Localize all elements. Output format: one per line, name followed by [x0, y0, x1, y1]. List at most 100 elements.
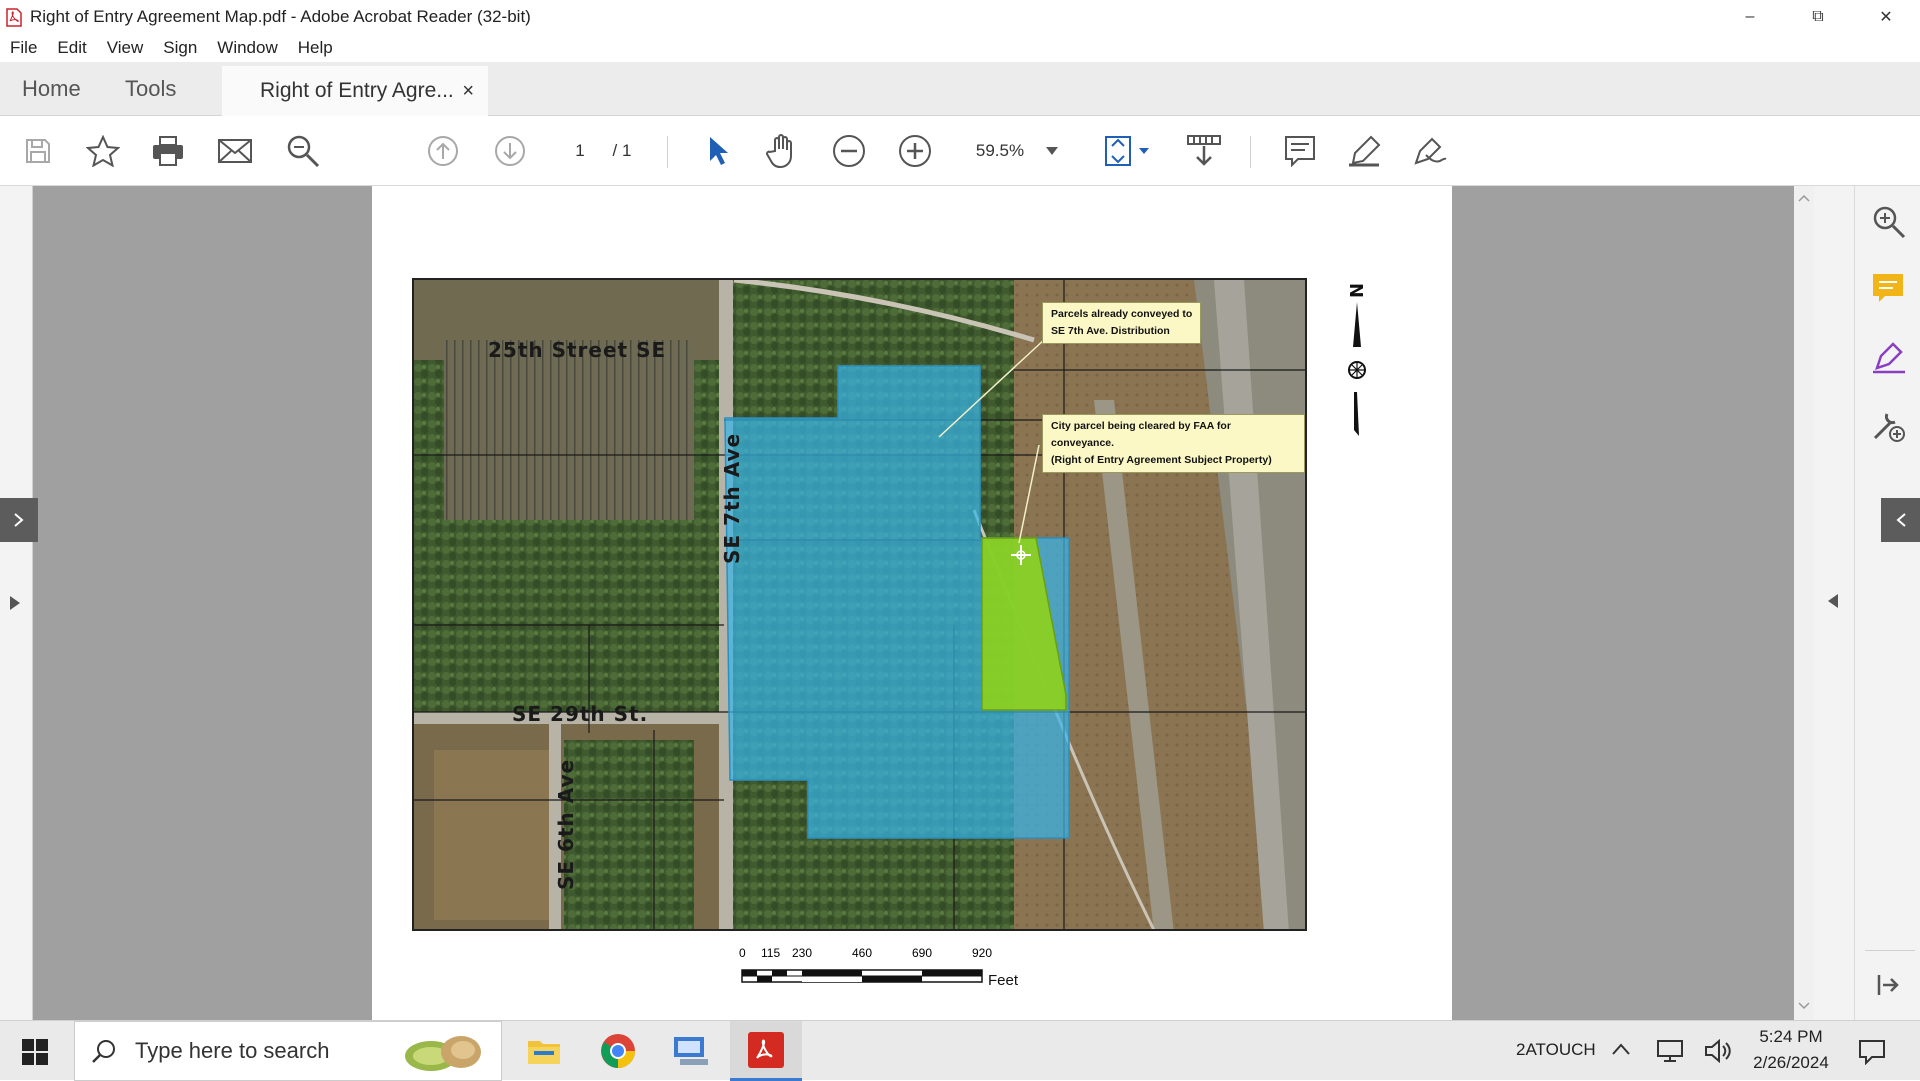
highlight-icon[interactable] — [1345, 116, 1385, 186]
windows-start-icon[interactable] — [22, 1039, 48, 1070]
pdf-page: 25th Street SE SE 29th St. SE 7th Ave SE… — [372, 186, 1452, 1020]
scale-tick-690: 690 — [912, 946, 933, 960]
scale-tick-230: 230 — [792, 946, 813, 960]
callout-city-line-1: City parcel being cleared by FAA for con… — [1051, 420, 1231, 449]
scroll-down-icon[interactable] — [1798, 1002, 1810, 1010]
callout-conveyed-line-1: Parcels already conveyed to — [1051, 308, 1193, 320]
callout-conveyed-line-2: SE 7th Ave. Distribution — [1051, 325, 1170, 337]
page-current: 1 — [575, 141, 585, 160]
notification-center-icon[interactable] — [1858, 1039, 1886, 1065]
pistachio-highlight-icon — [405, 1036, 481, 1071]
scale-tick-115: 115 — [761, 946, 781, 960]
tab-bar: Home Tools Right of Entry Agre... × — [0, 62, 1920, 116]
star-icon[interactable] — [83, 116, 123, 186]
more-tools-panel-icon[interactable] — [1871, 408, 1907, 449]
search-placeholder: Type here to search — [135, 1038, 330, 1063]
tray-expand-icon[interactable] — [1612, 1043, 1630, 1055]
zoom-level: 59.5% — [975, 141, 1025, 160]
taskbar-clock[interactable]: 5:24 PM 2/26/2024 — [1746, 1027, 1836, 1073]
aerial-map: 25th Street SE SE 29th St. SE 7th Ave SE… — [412, 278, 1307, 931]
print-icon[interactable] — [148, 116, 188, 186]
next-page-icon[interactable] — [490, 116, 530, 186]
left-navigation-strip — [0, 186, 38, 1020]
menu-edit[interactable]: Edit — [57, 38, 86, 58]
menu-help[interactable]: Help — [298, 38, 333, 58]
email-icon[interactable] — [215, 116, 255, 186]
scale-unit: Feet — [988, 972, 1019, 989]
menu-view[interactable]: View — [107, 38, 144, 58]
window-title: Right of Entry Agreement Map.pdf - Adobe… — [30, 7, 531, 26]
fit-page-icon[interactable] — [1100, 116, 1156, 186]
aerial-map-image — [414, 280, 1305, 929]
north-label: N — [1347, 282, 1369, 299]
minimize-button[interactable]: – — [1716, 0, 1784, 34]
zoom-dropdown-icon[interactable] — [1040, 116, 1064, 186]
callout-city-line-2: (Right of Entry Agreement Subject Proper… — [1051, 454, 1272, 466]
menu-window[interactable]: Window — [217, 38, 277, 58]
tab-tools[interactable]: Tools — [125, 62, 176, 116]
acrobat-taskbar-button[interactable] — [730, 1021, 802, 1081]
network-drive-icon[interactable] — [672, 1035, 710, 1072]
callout-city-parcel: City parcel being cleared by FAA for con… — [1042, 414, 1305, 473]
search-zoom-icon[interactable] — [283, 116, 323, 186]
title-bar: Right of Entry Agreement Map.pdf - Adobe… — [0, 0, 1920, 34]
save-icon[interactable] — [18, 116, 58, 186]
search-icon — [92, 1040, 115, 1063]
comment-panel-icon[interactable] — [1871, 272, 1905, 309]
tab-document[interactable]: Right of Entry Agre... × — [222, 66, 488, 116]
hand-tool-icon[interactable] — [763, 116, 803, 186]
chrome-icon[interactable] — [600, 1033, 636, 1074]
scale-tick-labels: 0 115 230 460 690 920 — [739, 946, 1042, 962]
page-total-label: / 1 — [612, 141, 632, 160]
scale-tick-0: 0 — [739, 946, 746, 960]
right-triangle-icon[interactable] — [1828, 594, 1838, 608]
menu-sign[interactable]: Sign — [163, 38, 197, 58]
previous-page-icon[interactable] — [423, 116, 463, 186]
right-tools-panel — [1854, 186, 1920, 1020]
chevron-right-icon — [14, 513, 24, 527]
tab-home[interactable]: Home — [22, 62, 81, 116]
left-triangle-icon[interactable] — [10, 596, 20, 615]
menu-file[interactable]: File — [10, 38, 37, 58]
pdf-file-icon — [4, 7, 24, 27]
comment-icon[interactable] — [1280, 116, 1320, 186]
right-panel-gutter — [1814, 186, 1854, 1020]
tray-touch-label[interactable]: 2ATOUCH — [1516, 1040, 1596, 1060]
menu-bar: File Edit View Sign Window Help — [0, 34, 1920, 62]
sign-pen-icon[interactable] — [1410, 116, 1450, 186]
panel-divider — [1865, 950, 1915, 951]
vertical-scrollbar[interactable] — [1794, 186, 1814, 1020]
label-7th-ave: SE 7th Ave — [720, 432, 744, 564]
document-tab-label: Right of Entry Agre... — [260, 79, 454, 102]
network-icon[interactable] — [1656, 1039, 1684, 1063]
zoom-in-icon[interactable] — [895, 116, 935, 186]
zoom-level-select[interactable]: 59.5% — [960, 116, 1040, 186]
label-6th-ave: SE 6th Ave — [554, 758, 578, 890]
scale-tick-920: 920 — [972, 946, 993, 960]
expand-left-panel-button[interactable] — [0, 498, 38, 542]
file-explorer-icon[interactable] — [526, 1035, 562, 1072]
close-tab-button[interactable]: × — [462, 80, 474, 103]
scale-tick-460: 460 — [852, 946, 873, 960]
label-25th-street: 25th Street SE — [488, 338, 667, 362]
clock-time: 5:24 PM — [1759, 1027, 1823, 1046]
label-29th-street: SE 29th St. — [512, 702, 649, 726]
restore-button[interactable]: ⧉ — [1784, 0, 1852, 34]
callout-conveyed-parcels: Parcels already conveyed to SE 7th Ave. … — [1042, 302, 1202, 344]
fill-sign-panel-icon[interactable] — [1871, 340, 1907, 379]
zoom-search-panel-icon[interactable] — [1871, 204, 1907, 245]
scroll-up-icon[interactable] — [1798, 194, 1810, 202]
scroll-mode-icon[interactable] — [1182, 116, 1226, 186]
acrobat-icon — [748, 1031, 784, 1068]
scale-bar: 0 115 230 460 690 920 Feet — [732, 944, 1032, 994]
hide-panel-icon[interactable] — [1875, 972, 1901, 1003]
zoom-out-icon[interactable] — [829, 116, 869, 186]
taskbar-search-box[interactable]: Type here to search — [74, 1021, 502, 1081]
chevron-left-icon — [1896, 513, 1906, 527]
close-window-button[interactable]: ✕ — [1852, 0, 1920, 34]
volume-icon[interactable] — [1704, 1039, 1732, 1063]
compass-icon — [1348, 302, 1366, 436]
select-tool-icon[interactable] — [698, 116, 738, 186]
collapse-right-panel-button[interactable] — [1881, 498, 1920, 542]
page-number-input[interactable]: 1 — [560, 116, 600, 186]
